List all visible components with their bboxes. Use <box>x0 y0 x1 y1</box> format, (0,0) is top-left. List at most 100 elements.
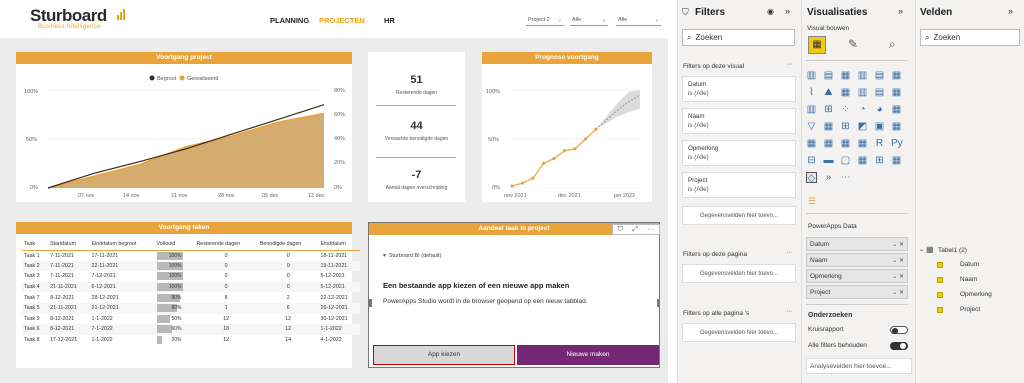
checkbox-datum[interactable] <box>937 262 943 268</box>
resize-handle-left[interactable] <box>369 299 372 307</box>
card-icon[interactable]: ▦ <box>806 138 817 149</box>
pie-icon[interactable]: ◔ <box>857 104 868 115</box>
eye-icon[interactable]: ◉ <box>767 7 774 16</box>
checkbox-naam[interactable] <box>937 277 943 283</box>
filter-icon[interactable]: ⛉ <box>618 226 623 234</box>
qna-icon[interactable]: ▢ <box>840 155 851 166</box>
filled-map-icon[interactable]: ▣ <box>874 121 885 132</box>
clustered-bar-icon[interactable]: ▦ <box>840 70 851 81</box>
app-kiezen-button[interactable]: App kiezen <box>373 345 515 365</box>
nav-projecten[interactable]: PROJECTEN <box>319 16 365 25</box>
filter-drop-visual[interactable]: Gegevensvelden hier toevo... <box>682 206 796 225</box>
multirow-card-icon[interactable]: ▦ <box>823 138 834 149</box>
column-header[interactable]: Startdatum <box>48 238 90 251</box>
line-column-icon[interactable]: ▥ <box>857 87 868 98</box>
decomposition-icon[interactable]: ▬ <box>823 155 834 166</box>
waterfall-icon[interactable]: ▥ <box>806 104 817 115</box>
slicer-naam[interactable]: Alle ⌄ <box>570 15 608 26</box>
collapse-icon[interactable]: » <box>898 6 903 16</box>
field-well-datum[interactable]: Datum ⌄ ✕ <box>806 237 908 251</box>
more-options-icon[interactable]: ··· <box>647 226 654 233</box>
stacked-area-icon[interactable]: ▦ <box>840 87 851 98</box>
field-well-opmerking[interactable]: Opmerking ⌄ ✕ <box>806 269 908 283</box>
field-project[interactable]: Project <box>960 306 980 313</box>
line-column-2-icon[interactable]: ▤ <box>874 87 885 98</box>
filter-card-opmerking[interactable]: Opmerking is (Alle) <box>682 140 796 166</box>
key-influencers-icon[interactable]: ⊟ <box>806 155 817 166</box>
collapse-icon[interactable]: » <box>785 6 790 16</box>
focus-mode-icon[interactable]: ⤢ <box>632 226 638 234</box>
column-header[interactable]: Taak <box>22 238 49 251</box>
donut-icon[interactable]: ◕ <box>874 104 885 115</box>
column-header[interactable]: Resterende dagen <box>194 238 258 251</box>
100-bar-icon[interactable]: ▤ <box>874 70 885 81</box>
field-naam[interactable]: Naam <box>960 276 977 283</box>
more-options-icon[interactable]: ··· <box>786 61 793 68</box>
r-visual-icon[interactable]: R <box>874 138 885 149</box>
clustered-column-icon[interactable]: ▥ <box>857 70 868 81</box>
prognose-card[interactable]: Prognose voortgang 100% 50% 0% nov 2021 … <box>482 52 652 202</box>
table-name[interactable]: Tabel1 (2) <box>938 247 967 254</box>
more-options-icon[interactable]: ··· <box>786 308 793 315</box>
field-well-naam[interactable]: Naam ⌄ ✕ <box>806 253 908 267</box>
build-visual-icon[interactable]: ▦ <box>808 36 826 54</box>
analyse-drop[interactable]: Analysevelden hier toevoe... <box>806 358 912 374</box>
voortgang-taken-card[interactable]: Voortgang taken Taak Startdatum Einddatum … <box>16 222 360 368</box>
map-icon[interactable]: ◩ <box>857 121 868 132</box>
more-options-icon[interactable]: ··· <box>786 249 793 256</box>
nav-planning[interactable]: PLANNING <box>270 16 309 25</box>
stacked-bar-icon[interactable]: ▥ <box>806 70 817 81</box>
column-header[interactable]: Benodigde dagen <box>257 238 319 251</box>
environment-selector[interactable]: ▾ Sturboard BI (default) <box>383 253 441 259</box>
python-visual-icon[interactable]: Py <box>891 138 903 149</box>
kruisrapport-toggle[interactable] <box>890 326 908 334</box>
100-column-icon[interactable]: ▦ <box>891 70 902 81</box>
filter-drop-all[interactable]: Gegevensvelden hier toevo... <box>682 323 796 342</box>
ribbon-icon[interactable]: ▦ <box>891 87 902 98</box>
more-options-icon[interactable]: ⋯ <box>840 172 851 183</box>
kpi-icon[interactable]: ⊞ <box>840 121 851 132</box>
format-visual-icon[interactable]: ✎ <box>848 37 858 51</box>
velden-search-input[interactable]: ⌕ Zoeken <box>920 29 1020 46</box>
checkbox-project[interactable] <box>937 307 943 313</box>
remove-icon[interactable]: ⌄ ✕ <box>892 257 907 264</box>
more-icon[interactable]: » <box>823 172 834 183</box>
nieuwe-maken-button[interactable]: Nieuwe maken <box>517 345 659 365</box>
paginated-icon[interactable]: ⊞ <box>874 155 885 166</box>
chevron-down-icon[interactable]: ⌄ <box>919 246 924 253</box>
analytics-icon[interactable]: ⌕ <box>889 37 896 52</box>
field-well-project[interactable]: Project ⌄ ✕ <box>806 285 908 299</box>
table-icon[interactable]: ▦ <box>840 138 851 149</box>
filter-card-datum[interactable]: Datum is (Alle) <box>682 76 796 102</box>
field-datum[interactable]: Datum <box>960 261 979 268</box>
column-header[interactable]: Einddatum <box>318 238 360 251</box>
matrix-icon[interactable]: ▦ <box>857 138 868 149</box>
remove-icon[interactable]: ⌄ ✕ <box>892 241 907 248</box>
filter-drop-page[interactable]: Gegevensvelden hier toevo... <box>682 264 796 283</box>
scatter-2-icon[interactable]: ⁘ <box>840 104 851 115</box>
resize-handle-right[interactable] <box>657 299 660 307</box>
filter-card-naam[interactable]: Naam is (Alle) <box>682 108 796 134</box>
funnel-icon[interactable]: ▽ <box>806 121 817 132</box>
slicer-opmerking[interactable]: Alle ⌄ <box>616 15 661 26</box>
field-opmerking[interactable]: Opmerking <box>960 291 992 298</box>
column-header[interactable]: Einddatum begroot <box>89 238 155 251</box>
powerapps-icon[interactable]: ◇ <box>806 172 817 184</box>
voortgang-project-card[interactable]: Voortgang project Begroot Gerealiseerd 1… <box>16 52 352 202</box>
area-icon[interactable]: ⛰ <box>823 87 834 98</box>
treemap-icon[interactable]: ▦ <box>891 104 902 115</box>
nav-hr[interactable]: HR <box>384 16 395 25</box>
alle-filters-toggle[interactable] <box>890 342 908 350</box>
powerapps-visual[interactable]: Aandeel taak in project ⛉ ⤢ ··· ▾ Sturbo… <box>368 222 660 368</box>
remove-icon[interactable]: ⌄ ✕ <box>892 289 907 296</box>
filters-search-input[interactable]: ⌕ Zoeken <box>682 29 795 46</box>
filter-card-project[interactable]: Project is (Alle) <box>682 172 796 198</box>
line-icon[interactable]: ⌇ <box>806 87 817 98</box>
column-header[interactable]: Voltooid <box>154 238 195 251</box>
checkbox-opmerking[interactable] <box>937 292 943 298</box>
stacked-column-icon[interactable]: ▤ <box>823 70 834 81</box>
slicer-icon[interactable]: ▦ <box>891 155 902 166</box>
gauge-icon[interactable]: ▦ <box>823 121 834 132</box>
shape-map-icon[interactable]: ▦ <box>891 121 902 132</box>
scatter-icon[interactable]: ⊞ <box>823 104 834 115</box>
